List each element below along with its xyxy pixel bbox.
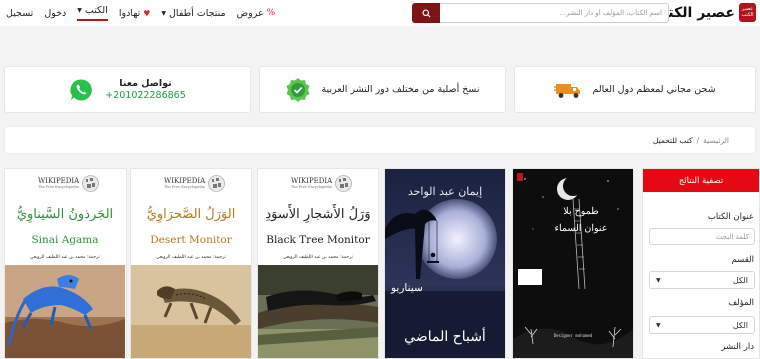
nav-books[interactable]: ▼ الكتب — [77, 5, 108, 21]
nav-kids-label: منتجات أطفال — [169, 7, 226, 19]
search-icon — [421, 8, 431, 18]
book-arabic-title: وَرَلُ الأَشجارِ الأَسوَدِ — [265, 207, 371, 222]
wikipedia-logo: WIKIPEDIA The Free Encyclopedia — [38, 175, 100, 192]
book-arabic-title: الجَرذونُ السَّيناوِيُّ — [16, 207, 114, 222]
breadcrumb-separator: / — [696, 135, 700, 145]
book-photo — [258, 265, 378, 358]
search-input[interactable] — [440, 3, 669, 23]
breadcrumb-home[interactable]: الرئيسية — [703, 136, 729, 145]
wikipedia-logo: WIKIPEDIA The Free Encyclopedia — [291, 175, 353, 192]
book-translator: ترجمة: محمد بن عبد اللطيف الرويعي — [156, 255, 226, 260]
book-cover[interactable]: WIKIPEDIA The Free Encyclopedia وَرَلُ ا… — [258, 169, 378, 358]
wiki-name: WIKIPEDIA — [164, 177, 206, 185]
breadcrumb-current: كتب للتحميل — [652, 135, 693, 145]
book-card[interactable]: إيمان عبد الواحد سيناريو أشباح الماضي — [384, 168, 506, 359]
book-title: طموح بلا عنوان السماء — [554, 206, 608, 234]
feature-free-shipping: شحن مجاني لمعظم دول العالم — [514, 66, 756, 113]
heart-icon: ♥ — [143, 8, 151, 18]
wiki-name: WIKIPEDIA — [291, 177, 333, 185]
book-cover[interactable]: WIKIPEDIA The Free Encyclopedia الوَرَلُ… — [131, 169, 251, 358]
book-card[interactable]: WIKIPEDIA The Free Encyclopedia وَرَلُ ا… — [257, 168, 379, 359]
wiki-name: WIKIPEDIA — [38, 177, 80, 185]
book-english-title: Sinai Agama — [31, 234, 99, 246]
nav-offers[interactable]: عروض % — [237, 8, 276, 19]
main-nav: تسجيل دخول ▼ الكتب تهادوا ♥ ▼ منتجات أطف… — [6, 5, 275, 21]
wiki-tagline: The Free Encyclopedia — [291, 185, 332, 189]
search-button[interactable] — [412, 3, 440, 23]
logo-badge-icon: عصير الكتب — [739, 3, 756, 22]
nav-exchange-label: تهادوا — [118, 7, 141, 19]
wikipedia-globe-icon — [335, 175, 353, 192]
wikipedia-globe-icon — [208, 175, 226, 192]
filter-author-value: الكل — [732, 320, 748, 330]
book-photo — [5, 265, 125, 358]
filter-category-label: القسم — [731, 255, 755, 265]
nav-offers-label: عروض — [236, 7, 264, 19]
book-cover[interactable]: WIKIPEDIA The Free Encyclopedia الجَرذون… — [5, 169, 125, 358]
feature-original-copies: نسخ أصلية من مختلف دور النشر العربية — [259, 66, 506, 113]
moon-ladder-cover-art: Designer mohamed — [513, 173, 633, 358]
book-card[interactable]: WIKIPEDIA The Free Encyclopedia الوَرَلُ… — [130, 168, 252, 359]
contact-block: تواصل معنا +201022286865 — [105, 78, 186, 101]
filter-title-label: عنوان الكتاب — [707, 212, 754, 222]
book-translator: ترجمة: محمد بن عبد اللطيف الرويعي — [283, 255, 353, 260]
nav-register[interactable]: تسجيل — [6, 8, 33, 19]
wiki-tagline: The Free Encyclopedia — [38, 185, 79, 189]
feature-original-text: نسخ أصلية من مختلف دور النشر العربية — [321, 84, 480, 95]
top-navbar: عصير الكتب عصير الكتب تسجيل دخول ▼ الكتب… — [0, 0, 760, 26]
book-arabic-title: الوَرَلُ الصَّحرَاوِيُّ — [146, 207, 236, 222]
filter-heading: تصفية النتائج — [643, 169, 759, 192]
book-english-title: Black Tree Monitor — [266, 234, 370, 246]
book-translator: ترجمة: محمد بن عبد اللطيف الرويعي — [30, 255, 100, 260]
filter-category-select[interactable]: الكل ▼ — [649, 271, 755, 289]
feature-shipping-text: شحن مجاني لمعظم دول العالم — [592, 84, 716, 95]
filter-title-input[interactable] — [649, 228, 755, 245]
chevron-down-icon: ▼ — [161, 9, 167, 17]
svg-text:Designer mohamed: Designer mohamed — [554, 333, 593, 338]
wikipedia-globe-icon — [82, 175, 100, 192]
book-cover[interactable]: إيمان عبد الواحد سيناريو أشباح الماضي — [385, 169, 505, 358]
filter-category-value: الكل — [732, 275, 748, 285]
filter-author-select[interactable]: الكل ▼ — [649, 316, 755, 334]
book-author: إيمان عبد الواحد — [407, 185, 483, 198]
sinai-agama-lizard-photo — [5, 265, 125, 358]
filter-panel: تصفية النتائج عنوان الكتاب القسم الكل ▼ … — [642, 168, 760, 359]
nav-login[interactable]: دخول — [44, 8, 66, 19]
feature-contact: تواصل معنا +201022286865 — [4, 66, 251, 113]
desert-monitor-lizard-photo — [131, 265, 251, 358]
book-card[interactable]: Designer mohamed طموح بلا عنوان السماء — [512, 168, 634, 359]
chevron-down-icon: ▼ — [656, 276, 661, 284]
wikipedia-logo: WIKIPEDIA The Free Encyclopedia — [164, 175, 226, 192]
filter-author-label: المؤلف — [728, 298, 754, 308]
whatsapp-icon[interactable] — [69, 78, 93, 102]
book-photo — [131, 265, 251, 358]
contact-phone-link[interactable]: +201022286865 — [105, 90, 186, 101]
book-cover[interactable]: Designer mohamed طموح بلا عنوان السماء — [513, 169, 633, 358]
chevron-down-icon: ▼ — [656, 321, 661, 329]
percent-icon: % — [266, 8, 276, 18]
nav-kids-products[interactable]: ▼ منتجات أطفال — [161, 8, 225, 19]
truck-icon — [554, 83, 581, 98]
book-english-title: Desert Monitor — [150, 234, 232, 246]
search-bar — [412, 3, 669, 23]
verified-badge-icon — [286, 77, 310, 102]
chevron-down-icon: ▼ — [77, 7, 82, 14]
nav-books-label: الكتب — [84, 5, 108, 16]
wiki-tagline: The Free Encyclopedia — [164, 185, 205, 189]
book-card[interactable]: WIKIPEDIA The Free Encyclopedia الجَرذون… — [4, 168, 127, 359]
black-monitor-lizard-photo — [258, 265, 378, 358]
book-title: أشباح الماضي — [404, 329, 486, 345]
filter-publisher-label: دار النشر — [721, 342, 754, 352]
nav-exchange[interactable]: تهادوا ♥ — [119, 8, 151, 19]
book-title-top: سيناريو — [391, 282, 423, 294]
contact-title: تواصل معنا — [119, 78, 172, 89]
breadcrumb: الرئيسية / كتب للتحميل — [4, 126, 756, 154]
